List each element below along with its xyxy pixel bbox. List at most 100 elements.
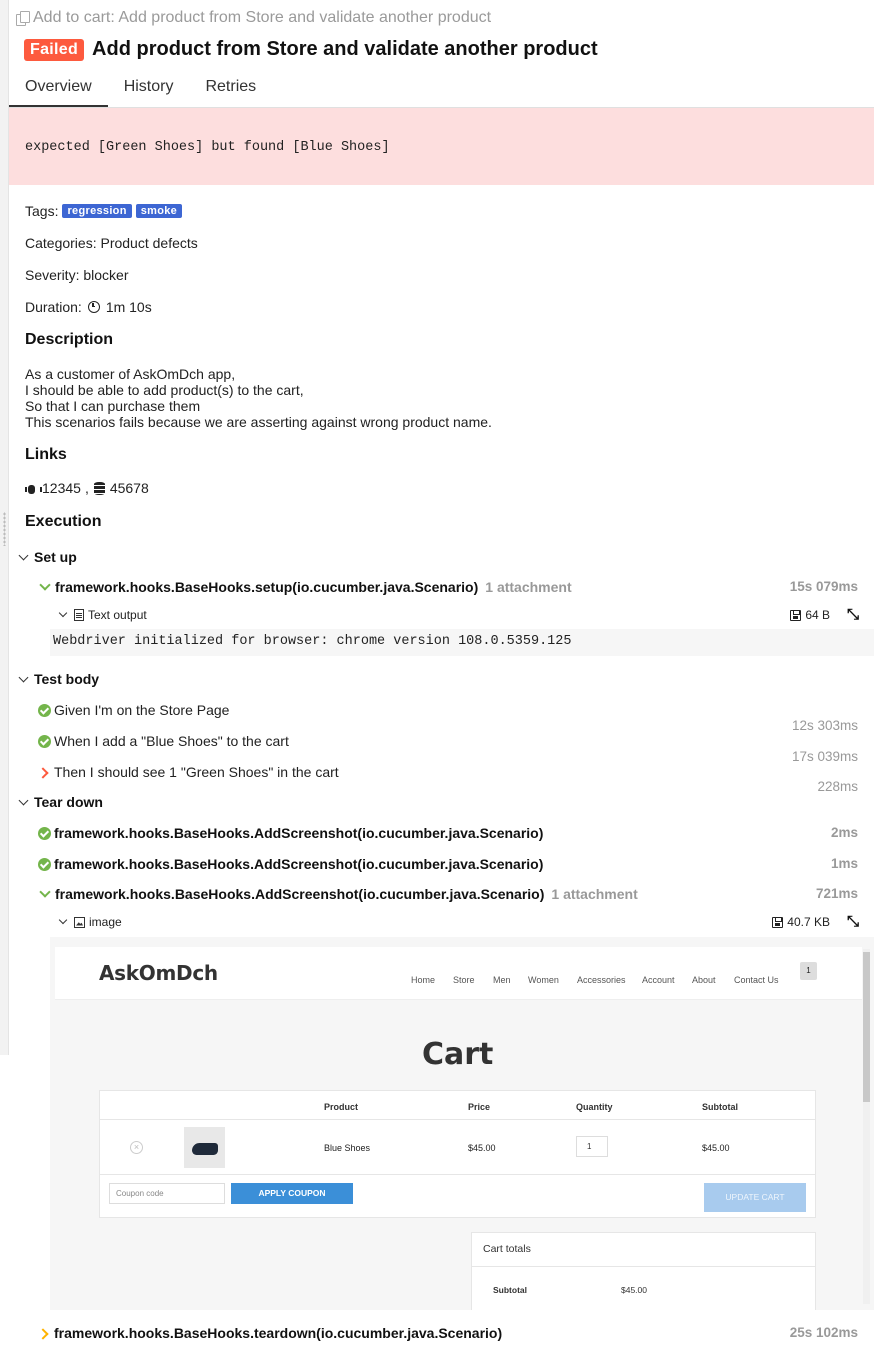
tab-overview[interactable]: Overview bbox=[9, 70, 108, 108]
shop-menu-item: Contact Us bbox=[734, 975, 779, 985]
teardown-hook[interactable]: framework.hooks.BaseHooks.AddScreenshot(… bbox=[38, 825, 543, 841]
step-row[interactable]: Then I should see 1 "Green Shoes" in the… bbox=[38, 764, 339, 780]
attachment-size-row: 40.7 KB bbox=[772, 912, 860, 930]
database-icon bbox=[93, 481, 106, 495]
description-heading: Description bbox=[25, 331, 114, 348]
tags-label: Tags: bbox=[25, 203, 59, 219]
breadcrumb: Add to cart: Add product from Store and … bbox=[14, 9, 491, 27]
copy-icon[interactable] bbox=[14, 10, 30, 26]
links-heading: Links bbox=[25, 446, 67, 463]
shop-subtotal-label: Subtotal bbox=[493, 1285, 527, 1295]
clock-icon bbox=[87, 301, 100, 313]
tab-bar: Overview History Retries bbox=[9, 70, 272, 108]
teardown-hook[interactable]: framework.hooks.BaseHooks.AddScreenshot(… bbox=[38, 856, 543, 872]
passed-check-icon bbox=[38, 703, 51, 717]
step-row[interactable]: When I add a "Blue Shoes" to the cart bbox=[38, 733, 289, 749]
shop-cart-totals: Cart totals Subtotal $45.00 bbox=[471, 1232, 816, 1310]
duration-label: Duration: bbox=[25, 299, 82, 315]
hook-duration: 721ms bbox=[815, 886, 858, 901]
shop-col-header: Product bbox=[324, 1102, 359, 1112]
image-icon bbox=[74, 916, 85, 928]
duration-value: 1m 10s bbox=[105, 299, 152, 315]
chevron-down-icon bbox=[18, 796, 30, 808]
attachment-count: 1 attachment bbox=[485, 579, 572, 595]
image-attachment[interactable]: image bbox=[58, 915, 122, 929]
left-gutter[interactable] bbox=[0, 0, 9, 1055]
shop-coupon-field: Coupon code bbox=[109, 1183, 225, 1204]
test-body-label: Test body bbox=[34, 671, 100, 687]
expand-icon[interactable] bbox=[847, 605, 860, 623]
shop-menu-item: Home bbox=[411, 975, 436, 985]
tms-link[interactable]: 45678 bbox=[110, 480, 149, 496]
step-text: When I add a "Blue Shoes" to the cart bbox=[54, 733, 289, 749]
description-line: As a customer of AskOmDch app, bbox=[25, 366, 236, 382]
shop-col-header: Quantity bbox=[576, 1102, 613, 1112]
setup-hook[interactable]: framework.hooks.BaseHooks.setup(io.cucum… bbox=[38, 579, 572, 595]
teardown-section-toggle[interactable]: Tear down bbox=[18, 794, 103, 810]
tab-retries[interactable]: Retries bbox=[189, 70, 272, 108]
hook-name: framework.hooks.BaseHooks.AddScreenshot(… bbox=[54, 856, 544, 872]
shop-menu-item: Store bbox=[453, 975, 475, 985]
shop-logo: AskOmDch bbox=[99, 961, 218, 985]
title-row: Failed Add product from Store and valida… bbox=[24, 38, 598, 61]
chevron-down-icon bbox=[38, 581, 52, 593]
description-line: I should be able to add product(s) to th… bbox=[25, 382, 304, 398]
status-badge: Failed bbox=[24, 38, 85, 61]
broken-chevron-icon bbox=[38, 1327, 51, 1340]
breadcrumb-text: Add to cart: Add product from Store and … bbox=[33, 9, 492, 26]
hook-duration: 2ms bbox=[830, 825, 858, 840]
attachment-name: image bbox=[89, 915, 122, 929]
expand-icon[interactable] bbox=[847, 912, 860, 930]
shop-update-cart-button: UPDATE CART bbox=[704, 1183, 806, 1212]
shop-col-header: Subtotal bbox=[702, 1102, 738, 1112]
teardown-hook[interactable]: framework.hooks.BaseHooks.AddScreenshot(… bbox=[38, 886, 638, 902]
error-message: expected [Green Shoes] but found [Blue S… bbox=[25, 140, 390, 155]
shop-cart-badge: 1 bbox=[800, 962, 817, 980]
text-output-attachment[interactable]: Text output bbox=[58, 608, 147, 622]
resize-grip[interactable] bbox=[3, 512, 6, 546]
chevron-down-icon bbox=[38, 888, 52, 900]
link-separator: , bbox=[84, 480, 89, 496]
step-duration: 228ms bbox=[817, 779, 858, 794]
shop-menu-item: Men bbox=[493, 975, 511, 985]
test-body-section-toggle[interactable]: Test body bbox=[18, 671, 99, 687]
chevron-down-icon bbox=[18, 551, 30, 563]
shop-menu-item: Women bbox=[528, 975, 559, 985]
save-icon[interactable] bbox=[790, 609, 802, 621]
links-row: 12345 , 45678 bbox=[25, 480, 149, 496]
hook-name: framework.hooks.BaseHooks.teardown(io.cu… bbox=[54, 1325, 503, 1341]
text-output: Webdriver initialized for browser: chrom… bbox=[53, 634, 572, 649]
shop-menu-item: Account bbox=[642, 975, 675, 985]
description-text: As a customer of AskOmDch app, I should … bbox=[25, 366, 492, 430]
tag-regression: regression bbox=[62, 204, 132, 218]
tab-history[interactable]: History bbox=[108, 70, 190, 108]
shop-col-header: Price bbox=[468, 1102, 491, 1112]
setup-section-toggle[interactable]: Set up bbox=[18, 549, 77, 565]
severity: Severity: blocker bbox=[25, 267, 129, 283]
step-row[interactable]: Given I'm on the Store Page bbox=[38, 702, 229, 718]
tags-row: Tags: regression smoke bbox=[25, 203, 183, 219]
hook-name: framework.hooks.BaseHooks.AddScreenshot(… bbox=[54, 825, 544, 841]
issue-link[interactable]: 12345 bbox=[42, 480, 81, 496]
shop-menu-item: Accessories bbox=[577, 975, 626, 985]
shop-product-thumbnail bbox=[184, 1127, 225, 1168]
shop-quantity-field: 1 bbox=[576, 1136, 608, 1157]
attachment-size-row: 64 B bbox=[790, 605, 860, 623]
duration-row: Duration: 1m 10s bbox=[25, 299, 152, 315]
tag-smoke: smoke bbox=[135, 204, 183, 218]
step-text: Given I'm on the Store Page bbox=[54, 702, 230, 718]
teardown-hook[interactable]: framework.hooks.BaseHooks.teardown(io.cu… bbox=[38, 1325, 502, 1341]
shop-remove-icon: × bbox=[130, 1141, 143, 1154]
description-line: So that I can purchase them bbox=[25, 398, 201, 414]
failed-chevron-icon bbox=[38, 766, 51, 779]
attachment-size: 40.7 KB bbox=[787, 915, 830, 929]
attachment-name: Text output bbox=[88, 608, 147, 622]
shop-cell: $45.00 bbox=[702, 1143, 730, 1153]
shop-cart-table: Product Price Quantity Subtotal × Blue S… bbox=[99, 1090, 816, 1218]
setup-label: Set up bbox=[34, 549, 77, 565]
shop-cell: $45.00 bbox=[468, 1143, 496, 1153]
hook-duration: 25s 102ms bbox=[789, 1325, 858, 1340]
shop-page-heading: Cart bbox=[422, 1037, 494, 1072]
save-icon[interactable] bbox=[772, 916, 784, 928]
chevron-down-icon bbox=[18, 673, 30, 685]
